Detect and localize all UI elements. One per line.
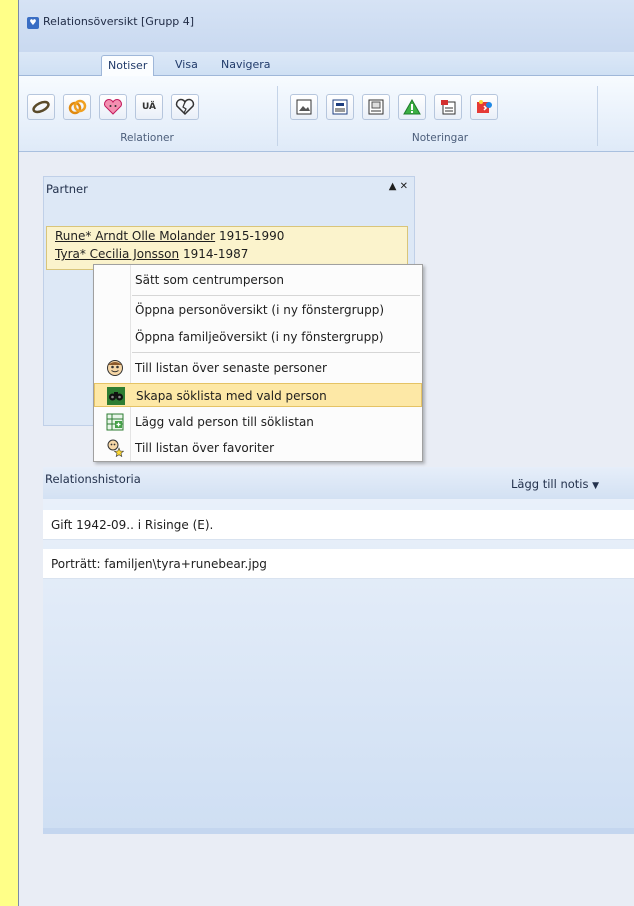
face-icon — [107, 360, 123, 376]
image-note-icon — [296, 99, 312, 115]
partner-years: 1914-1987 — [182, 247, 249, 261]
partner-row[interactable]: Rune* Arndt Olle Molander 1915-1990 — [55, 229, 284, 243]
title-bar: ♥ Relationsöversikt [Grupp 4] — [19, 0, 634, 52]
menu-item-label: Skapa söklista med vald person — [136, 389, 327, 403]
menu-item-label: Sätt som centrumperson — [135, 273, 284, 287]
partner-row[interactable]: Tyra* Cecilia Jonsson 1914-1987 — [55, 247, 248, 261]
image-note-button[interactable] — [290, 94, 318, 120]
relation-history-title: Relationshistoria — [45, 472, 141, 486]
menu-item-label: Till listan över senaste personer — [135, 361, 327, 375]
flag-note-icon — [441, 100, 456, 115]
puzzle-note-button[interactable] — [470, 94, 498, 120]
rings-icon — [68, 99, 87, 115]
ua-icon: UÄ — [142, 102, 156, 112]
partner-panel-header: Partner ▲ ✕ — [44, 177, 414, 199]
menu-item-label: Öppna familjeöversikt (i ny fönstergrupp… — [135, 330, 384, 344]
panel-controls: ▲ ✕ — [389, 181, 408, 192]
binoculars-icon — [107, 387, 125, 405]
tab-notiser[interactable]: Notiser — [101, 55, 155, 76]
menu-item-add-to-search-list[interactable]: Lägg vald person till söklistan — [94, 410, 422, 434]
ribbon-tabs: Notiser Visa Navigera — [19, 52, 634, 76]
note-row[interactable]: Porträtt: familjen\tyra+runebear.jpg — [43, 549, 634, 579]
puzzle-note-icon — [477, 100, 492, 113]
heart-face-icon — [104, 99, 122, 115]
menu-item-label: Lägg vald person till söklistan — [135, 415, 314, 429]
dropdown-arrow-icon: ▼ — [592, 481, 600, 491]
broken-heart-button[interactable] — [171, 94, 199, 120]
text-note-icon — [332, 99, 348, 115]
ribbon-group-separator — [277, 86, 278, 146]
relation-history-body: Gift 1942-09.. i Risinge (E). Porträtt: … — [43, 499, 634, 834]
group-label-noteringar: Noteringar — [411, 132, 469, 144]
group-label-relationer: Relationer — [120, 132, 174, 144]
tab-navigera[interactable]: Navigera — [215, 55, 277, 76]
menu-item-create-search-list[interactable]: Skapa söklista med vald person — [94, 383, 422, 407]
menu-item-recent-persons[interactable]: Till listan över senaste personer — [94, 356, 422, 380]
menu-item-open-family-overview[interactable]: Öppna familjeöversikt (i ny fönstergrupp… — [94, 325, 422, 349]
menu-item-label: Till listan över favoriter — [135, 441, 275, 455]
rings-button[interactable] — [63, 94, 91, 120]
document-note-button[interactable] — [362, 94, 390, 120]
document-note-icon — [368, 99, 384, 115]
collapse-icon[interactable]: ▲ — [389, 181, 397, 192]
ua-button[interactable]: UÄ — [135, 94, 163, 120]
favorite-star-icon — [107, 439, 124, 457]
flag-note-button[interactable] — [434, 94, 462, 120]
relation-history-header: Relationshistoria Lägg till notis ▼ — [43, 467, 634, 499]
tab-visa[interactable]: Visa — [169, 55, 204, 76]
partner-name[interactable]: Tyra* Cecilia Jonsson — [55, 247, 179, 261]
menu-item-label: Öppna personöversikt (i ny fönstergrupp) — [135, 303, 385, 317]
relation-overview-window: ♥ Relationsöversikt [Grupp 4] Notiser Vi… — [18, 0, 634, 906]
add-note-button[interactable]: Lägg till notis ▼ — [511, 477, 599, 491]
menu-item-set-center-person[interactable]: Sätt som centrumperson — [94, 268, 422, 292]
context-menu: Sätt som centrumperson Öppna personövers… — [93, 264, 423, 462]
warning-icon — [403, 99, 421, 115]
note-text: Gift 1942-09.. i Risinge (E). — [51, 518, 214, 532]
menu-item-favorites[interactable]: Till listan över favoriter — [94, 436, 422, 460]
partner-years: 1915-1990 — [218, 229, 285, 243]
menu-item-open-person-overview[interactable]: Öppna personöversikt (i ny fönstergrupp) — [94, 298, 422, 322]
partner-panel-title: Partner — [46, 182, 88, 196]
close-icon[interactable]: ✕ — [400, 181, 408, 192]
window-title: Relationsöversikt [Grupp 4] — [43, 15, 195, 28]
wedding-rings-icon — [32, 100, 50, 114]
wedding-rings-button[interactable] — [27, 94, 55, 120]
menu-separator — [132, 295, 420, 296]
heart-face-button[interactable] — [99, 94, 127, 120]
ribbon: UÄ Relationer Noteringar — [19, 76, 634, 152]
text-note-button[interactable] — [326, 94, 354, 120]
partner-name[interactable]: Rune* Arndt Olle Molander — [55, 229, 215, 243]
add-note-label: Lägg till notis — [511, 477, 589, 491]
broken-heart-icon — [175, 98, 195, 116]
app-icon: ♥ — [27, 17, 39, 29]
menu-separator — [132, 352, 420, 353]
ribbon-group-separator — [597, 86, 598, 146]
note-text: Porträtt: familjen\tyra+runebear.jpg — [51, 557, 267, 571]
list-add-icon — [106, 413, 124, 431]
warning-button[interactable] — [398, 94, 426, 120]
note-row[interactable]: Gift 1942-09.. i Risinge (E). — [43, 510, 634, 540]
